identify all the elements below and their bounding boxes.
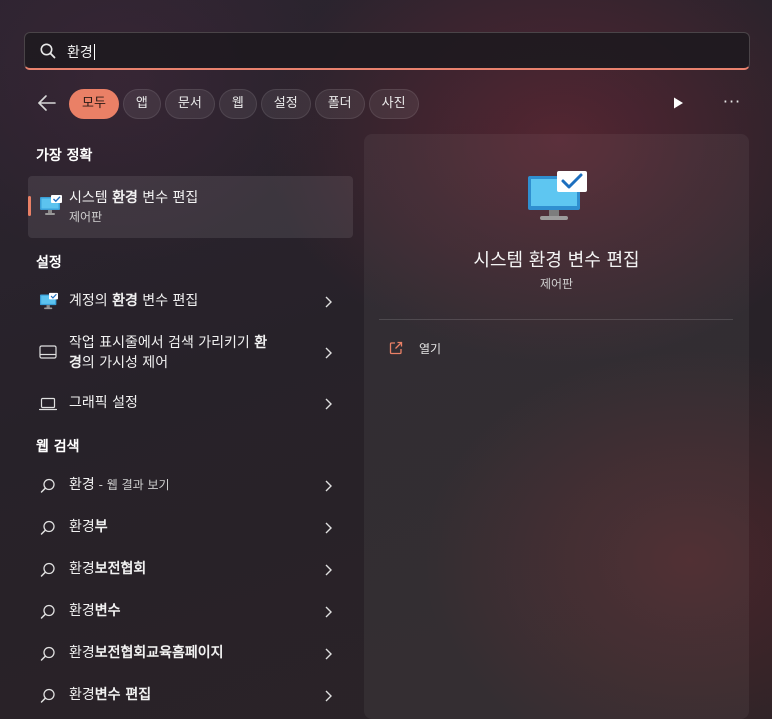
section-settings: 설정 bbox=[36, 255, 62, 271]
filter-bar: 모두 앱 문서 웹 설정 폴더 사진 bbox=[69, 89, 419, 119]
open-action[interactable]: 열기 bbox=[389, 339, 589, 359]
web-result-item[interactable]: 환경변수 편집 bbox=[28, 680, 353, 712]
chevron-right-icon bbox=[325, 347, 332, 359]
section-best-match: 가장 정확 bbox=[36, 148, 93, 164]
web-result-item[interactable]: 환경부 bbox=[28, 512, 353, 544]
web-result-label: 환경변수 bbox=[69, 603, 121, 619]
system-monitor-icon bbox=[40, 292, 58, 310]
search-icon bbox=[40, 43, 56, 59]
divider bbox=[379, 319, 733, 320]
web-result-label: 환경보전협회 bbox=[69, 561, 147, 577]
back-arrow-icon[interactable] bbox=[36, 92, 58, 114]
system-monitor-icon bbox=[528, 171, 587, 220]
selection-indicator bbox=[28, 196, 31, 216]
filter-all[interactable]: 모두 bbox=[69, 89, 119, 119]
web-result-item[interactable]: 환경보전협회 bbox=[28, 554, 353, 586]
chevron-right-icon bbox=[325, 648, 332, 660]
preview-title: 시스템 환경 변수 편집 bbox=[473, 250, 640, 271]
web-result-item[interactable]: 환경변수 bbox=[28, 596, 353, 628]
web-result-label: 환경보전협회교육홈페이지 bbox=[69, 645, 224, 661]
play-icon[interactable] bbox=[670, 95, 686, 111]
preview-subtitle: 제어판 bbox=[539, 277, 574, 291]
filter-documents[interactable]: 문서 bbox=[164, 89, 215, 119]
filter-apps[interactable]: 앱 bbox=[122, 89, 161, 119]
best-match-item[interactable]: 시스템 환경 변수 편집 제어판 bbox=[28, 176, 353, 238]
search-icon bbox=[40, 688, 55, 703]
search-box[interactable]: 환경 bbox=[24, 32, 750, 70]
search-icon bbox=[40, 478, 55, 493]
filter-settings[interactable]: 설정 bbox=[260, 89, 311, 119]
preview-pane: 시스템 환경 변수 편집 제어판 열기 bbox=[364, 134, 749, 719]
system-monitor-icon bbox=[40, 195, 62, 215]
section-web-search: 웹 검색 bbox=[36, 439, 80, 455]
more-options-button[interactable]: ··· bbox=[722, 94, 742, 111]
web-result-item[interactable]: 환경 - 웹 결과 보기 bbox=[28, 470, 353, 502]
web-result-item[interactable]: 환경보전협회교육홈페이지 bbox=[28, 638, 353, 670]
chevron-right-icon bbox=[325, 398, 332, 410]
web-result-label: 환경변수 편집 bbox=[69, 687, 152, 703]
laptop-icon bbox=[39, 397, 57, 411]
best-match-title: 시스템 환경 변수 편집 bbox=[69, 190, 199, 206]
filter-web[interactable]: 웹 bbox=[218, 89, 257, 119]
open-external-icon bbox=[389, 341, 403, 355]
settings-item-label: 작업 표시줄에서 검색 가리키기 환 경의 가시성 제어 bbox=[69, 335, 268, 371]
chevron-right-icon bbox=[325, 522, 332, 534]
chevron-right-icon bbox=[325, 606, 332, 618]
best-match-subtitle: 제어판 bbox=[69, 210, 103, 224]
web-result-label: 환경부 bbox=[69, 519, 108, 535]
open-action-label: 열기 bbox=[419, 342, 442, 356]
settings-item-label: 그래픽 설정 bbox=[69, 395, 138, 411]
taskbar-icon bbox=[39, 345, 57, 359]
filter-folders[interactable]: 폴더 bbox=[314, 89, 365, 119]
search-icon bbox=[40, 562, 55, 577]
filter-photos[interactable]: 사진 bbox=[368, 89, 419, 119]
chevron-right-icon bbox=[325, 690, 332, 702]
chevron-right-icon bbox=[325, 296, 332, 308]
settings-item-label: 계정의 환경 변수 편집 bbox=[69, 293, 199, 309]
settings-item-graphics[interactable]: 그래픽 설정 bbox=[28, 388, 353, 420]
settings-item-taskbar-search[interactable]: 작업 표시줄에서 검색 가리키기 환 경의 가시성 제어 bbox=[28, 332, 353, 376]
search-icon bbox=[40, 520, 55, 535]
chevron-right-icon bbox=[325, 480, 332, 492]
search-input[interactable]: 환경 bbox=[67, 42, 95, 62]
chevron-right-icon bbox=[325, 564, 332, 576]
web-result-label: 환경 - 웹 결과 보기 bbox=[69, 477, 170, 493]
search-icon bbox=[40, 604, 55, 619]
search-icon bbox=[40, 646, 55, 661]
settings-item-account-env[interactable]: 계정의 환경 변수 편집 bbox=[28, 286, 353, 318]
text-caret bbox=[93, 44, 95, 60]
